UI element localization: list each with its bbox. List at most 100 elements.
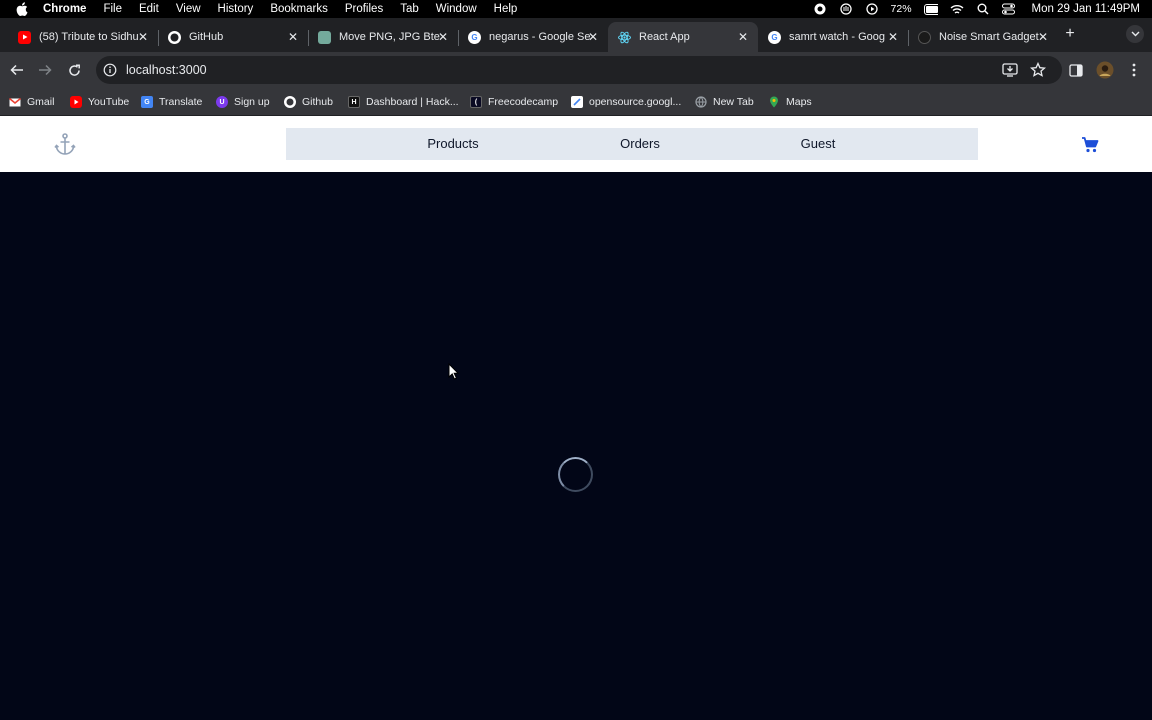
bookmark-label: Maps [786,96,812,108]
play-icon[interactable] [865,3,879,15]
github-icon [168,30,181,44]
tab-close-icon[interactable]: ✕ [736,30,750,44]
tab-title: negarus - Google Se [489,31,591,43]
tab-close-icon[interactable]: ✕ [1036,30,1050,44]
tab-chatgpt[interactable]: Move PNG, JPG Bte ✕ [308,22,458,52]
maps-icon [768,96,780,108]
address-bar-url[interactable]: localhost:3000 [126,63,207,77]
menu-help[interactable]: Help [494,3,518,15]
menu-app-name[interactable]: Chrome [43,3,86,15]
hackerrank-icon: H [348,96,360,108]
shopping-cart-icon[interactable] [1081,136,1099,154]
forward-arrow-icon[interactable] [36,61,54,79]
spotlight-search-icon[interactable] [976,3,990,15]
nav-guest[interactable]: Guest [801,128,836,160]
wifi-icon[interactable] [950,3,964,15]
install-app-icon[interactable] [1002,63,1018,77]
main-nav: Products Orders Guest [286,128,978,160]
control-center-icon[interactable] [1002,3,1016,15]
menu-file[interactable]: File [103,3,122,15]
tab-close-icon[interactable]: ✕ [286,30,300,44]
bookmark-label: YouTube [88,96,130,108]
tab-close-icon[interactable]: ✕ [586,30,600,44]
back-arrow-icon[interactable] [8,61,26,79]
browser-toolbar: localhost:3000 [0,52,1152,88]
google-icon: G [468,30,481,44]
tab-google-smartwatch[interactable]: G samrt watch - Goog ✕ [758,22,908,52]
menubar-clock[interactable]: Mon 29 Jan 11:49PM [1032,3,1140,15]
apple-menu-icon[interactable] [15,2,29,16]
tab-google-search[interactable]: G negarus - Google Se ✕ [458,22,608,52]
loading-spinner [558,457,593,492]
google-icon: G [768,30,781,44]
react-icon [618,31,631,44]
tab-title: GitHub [189,31,224,43]
bookmark-freecodecamp[interactable]: ( Freecodecamp [470,94,558,110]
mouse-pointer-icon [448,362,460,380]
opensource-icon [571,96,583,108]
bookmark-label: Dashboard | Hack... [366,96,459,108]
tab-title: Noise Smart Gadget [939,31,1039,43]
bookmark-star-icon[interactable] [1029,61,1047,78]
tab-title: React App [639,31,690,43]
web-page: Products Orders Guest [0,116,1152,720]
noise-icon [918,30,931,44]
menu-view[interactable]: View [176,3,201,15]
bookmark-label: Gmail [27,96,55,108]
tab-title: Move PNG, JPG Bte [339,31,440,43]
record-icon[interactable] [813,3,827,15]
chrome-menu-kebab-icon[interactable] [1125,61,1143,79]
nav-products[interactable]: Products [427,128,478,160]
youtube-icon [18,30,31,44]
menu-tab[interactable]: Tab [400,3,419,15]
menu-edit[interactable]: Edit [139,3,159,15]
battery-icon[interactable] [923,3,938,15]
address-bar[interactable]: localhost:3000 [96,56,1062,84]
signup-icon: U [216,96,228,108]
tab-noise[interactable]: Noise Smart Gadget ✕ [908,22,1058,52]
bookmark-translate[interactable]: G Translate [141,94,202,110]
bookmark-youtube[interactable]: YouTube [70,94,129,110]
globe-icon [695,96,707,108]
youtube-icon [70,96,82,108]
tab-search-chevron-icon[interactable] [1126,25,1144,43]
tab-youtube[interactable]: (58) Tribute to Sidhu ✕ [8,22,158,52]
menu-bookmarks[interactable]: Bookmarks [270,3,328,15]
nav-orders[interactable]: Orders [620,128,660,160]
tab-title: samrt watch - Goog [789,31,885,43]
bookmark-label: Freecodecamp [488,96,559,108]
bookmark-signup[interactable]: U Sign up [216,94,270,110]
bookmark-label: New Tab [713,96,754,108]
app-header: Products Orders Guest [0,116,1152,172]
freecodecamp-icon: ( [470,96,482,108]
bookmark-label: Sign up [234,96,270,108]
side-panel-icon[interactable] [1067,61,1085,79]
bookmarks-bar: Gmail YouTube G Translate U Sign up Gith… [0,88,1152,116]
gmail-icon [9,96,21,108]
profile-avatar[interactable] [1096,61,1114,79]
hand-icon[interactable] [839,3,853,15]
bookmark-new-tab[interactable]: New Tab [695,94,754,110]
github-icon [284,96,296,108]
tab-close-icon[interactable]: ✕ [886,30,900,44]
bookmark-maps[interactable]: Maps [768,94,812,110]
chatgpt-icon [318,30,331,44]
browser-tab-strip: (58) Tribute to Sidhu ✕ GitHub ✕ Move PN… [0,18,1152,52]
menu-window[interactable]: Window [436,3,477,15]
site-info-icon[interactable] [103,63,117,77]
menu-history[interactable]: History [218,3,254,15]
macos-menu-bar: Chrome File Edit View History Bookmarks … [0,0,1152,18]
menu-profiles[interactable]: Profiles [345,3,383,15]
bookmark-label: opensource.googl... [589,96,682,108]
anchor-logo-icon[interactable] [53,132,77,156]
reload-icon[interactable] [65,61,83,79]
tab-close-icon[interactable]: ✕ [136,30,150,44]
tab-github[interactable]: GitHub ✕ [158,22,308,52]
bookmark-github[interactable]: Github [284,94,333,110]
bookmark-gmail[interactable]: Gmail [9,94,54,110]
new-tab-plus-icon[interactable]: + [1062,26,1078,42]
bookmark-opensource-google[interactable]: opensource.googl... [571,94,681,110]
tab-close-icon[interactable]: ✕ [436,30,450,44]
bookmark-hackerrank[interactable]: H Dashboard | Hack... [348,94,459,110]
tab-react-app[interactable]: React App ✕ [608,22,758,52]
